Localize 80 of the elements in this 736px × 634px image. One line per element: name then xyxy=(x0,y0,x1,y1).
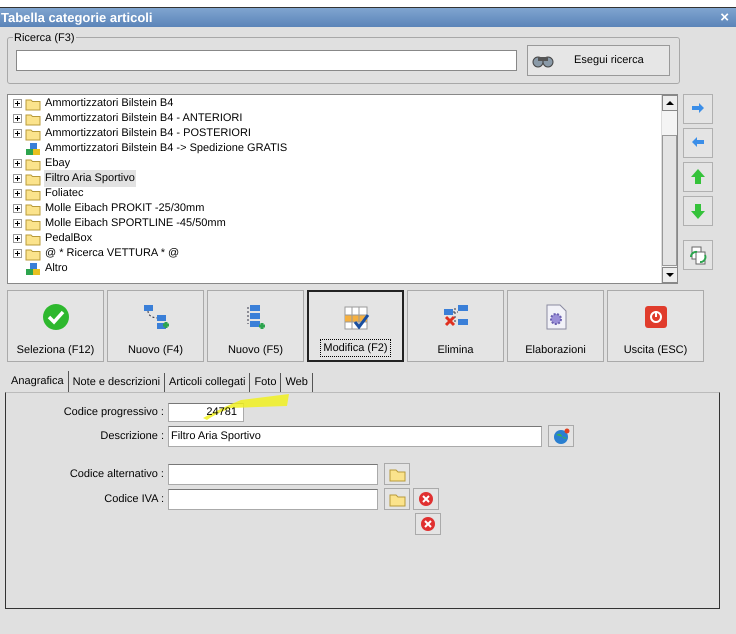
expand-toggle[interactable] xyxy=(13,129,22,138)
tree-item[interactable]: Filtro Aria Sportivo xyxy=(44,170,136,187)
tree-item[interactable]: Molle Eibach PROKIT -25/30mm xyxy=(44,200,206,217)
move-right-button[interactable] xyxy=(683,94,713,124)
field-label: Codice IVA : xyxy=(104,492,164,507)
plus-icon xyxy=(14,115,21,122)
expand-toggle[interactable] xyxy=(13,249,22,258)
tree-item[interactable]: Ebay xyxy=(44,155,72,172)
folder-icon xyxy=(25,216,41,230)
plus-icon xyxy=(14,220,21,227)
folder-icon xyxy=(25,186,41,200)
pages-refresh-icon xyxy=(688,245,708,265)
search-field[interactable] xyxy=(16,50,517,71)
move-left-button[interactable] xyxy=(683,128,713,158)
field-label: Codice progressivo : xyxy=(64,405,164,420)
plus-icon xyxy=(14,250,21,257)
field-label: Codice alternativo : xyxy=(70,466,164,482)
search-button[interactable]: Esegui ricerca xyxy=(527,45,670,76)
tree-item[interactable]: PedalBox xyxy=(44,230,94,247)
expand-toggle[interactable] xyxy=(13,174,22,183)
clear-button[interactable] xyxy=(415,513,441,535)
tree-item[interactable]: Altro xyxy=(44,260,69,277)
expand-toggle[interactable] xyxy=(13,189,22,198)
folder-icon xyxy=(25,232,41,246)
cubes-icon xyxy=(25,142,41,156)
expand-toggle[interactable] xyxy=(13,114,22,123)
expand-toggle[interactable] xyxy=(13,219,22,228)
folder-icon xyxy=(25,246,41,260)
input-field[interactable] xyxy=(168,488,378,510)
input-field[interactable]: Filtro Aria Sportivo xyxy=(168,426,542,446)
toolbar-button[interactable]: Elimina xyxy=(407,290,504,362)
binoculars-icon xyxy=(532,54,554,68)
plus-icon xyxy=(14,160,21,167)
globe-icon xyxy=(552,427,570,445)
window-title: Tabella categorie articoli xyxy=(1,8,152,27)
tree-item[interactable]: Ammortizzatori Bilstein B4 - ANTERIORI xyxy=(44,110,244,127)
plus-icon xyxy=(14,130,21,137)
tree-add-icon xyxy=(142,303,170,331)
grid-check-icon xyxy=(342,304,370,332)
toolbar-button[interactable]: Modifica (F2) xyxy=(307,290,404,362)
clear-button[interactable] xyxy=(413,488,439,510)
folder-icon xyxy=(25,126,41,140)
globe-button[interactable] xyxy=(548,425,574,447)
clear-icon xyxy=(417,490,435,508)
expand-toggle[interactable] xyxy=(13,159,22,168)
scroll-thumb[interactable] xyxy=(662,135,677,266)
arrow-down-icon xyxy=(688,201,708,221)
expand-toggle[interactable] xyxy=(13,234,22,243)
toolbar-button[interactable]: Nuovo (F4) xyxy=(107,290,204,362)
plus-icon xyxy=(14,175,21,182)
folder-icon xyxy=(25,156,41,170)
folder-icon xyxy=(25,172,41,186)
tree-item[interactable]: Molle Eibach SPORTLINE -45/50mm xyxy=(44,215,227,232)
plus-icon xyxy=(14,235,21,242)
toolbar-button[interactable]: Nuovo (F5) xyxy=(207,290,304,362)
input-field[interactable] xyxy=(168,464,378,484)
folder-icon xyxy=(25,96,41,110)
clear-icon xyxy=(419,515,437,533)
tree-item[interactable]: Ammortizzatori Bilstein B4 - POSTERIORI xyxy=(44,125,252,142)
folder-icon xyxy=(25,202,41,216)
check-icon xyxy=(42,303,70,331)
tree-item[interactable]: Foliatec xyxy=(44,185,85,202)
refresh-button[interactable] xyxy=(683,240,713,270)
arrow-up-icon xyxy=(688,167,708,187)
tree-item[interactable]: @ * Ricerca VETTURA * @ xyxy=(44,245,180,262)
group-legend: Ricerca (F3) xyxy=(13,30,76,46)
tree-item[interactable]: Ammortizzatori Bilstein B4 xyxy=(44,95,174,112)
tree-item[interactable]: Ammortizzatori Bilstein B4 -> Spedizione GRATIS xyxy=(44,140,288,157)
cubes-icon xyxy=(25,262,41,276)
field-label: Descrizione : xyxy=(100,428,164,444)
plus-icon xyxy=(14,100,21,107)
toolbar-button[interactable]: Seleziona (F12) xyxy=(7,290,104,362)
expand-toggle[interactable] xyxy=(13,99,22,108)
plus-icon xyxy=(14,205,21,212)
scrollbar[interactable] xyxy=(661,95,677,283)
toolbar-button[interactable]: Uscita (ESC) xyxy=(607,290,704,362)
plus-icon xyxy=(14,190,21,197)
expand-toggle[interactable] xyxy=(13,204,22,213)
toolbar-button[interactable]: Elaborazioni xyxy=(507,290,604,362)
folder-icon xyxy=(25,112,41,126)
